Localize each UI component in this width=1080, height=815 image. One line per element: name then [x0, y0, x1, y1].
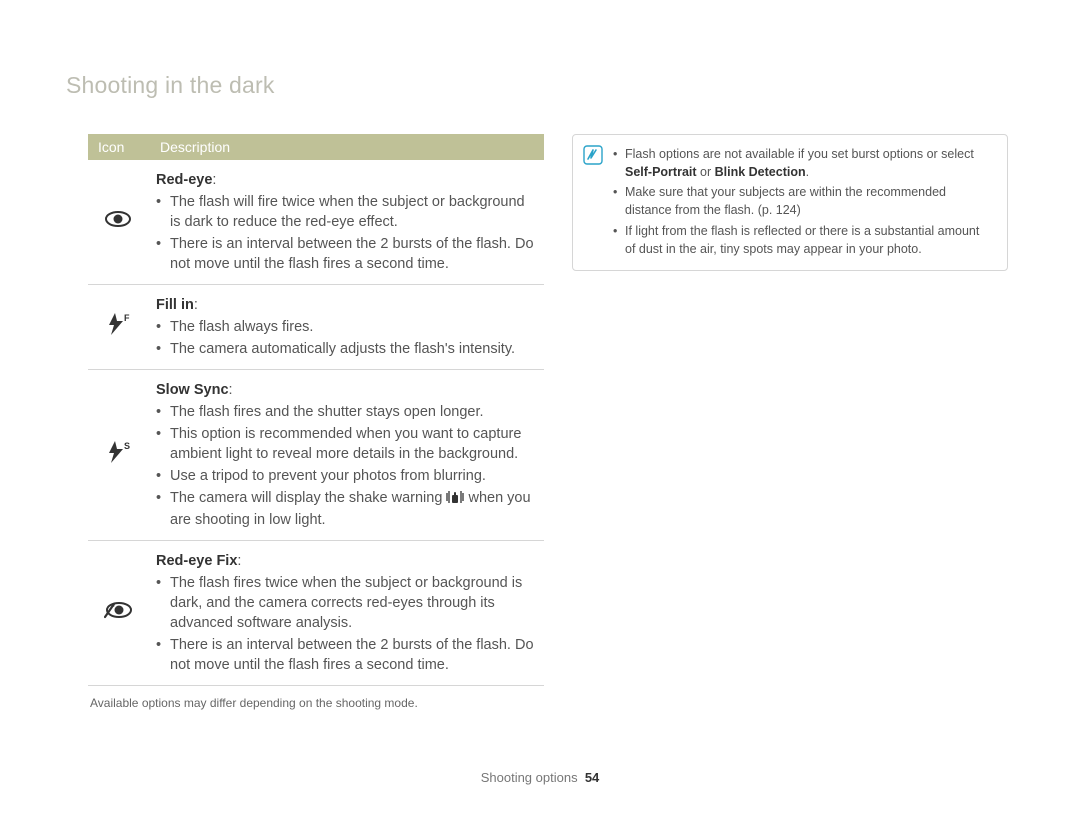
- left-column: Icon Description Red-eye:The flash will …: [88, 134, 544, 710]
- row-label: Fill in: [156, 297, 194, 313]
- description-list: The flash always fires.The camera automa…: [156, 317, 536, 359]
- svg-text:S: S: [124, 441, 130, 451]
- page-title: Shooting in the dark: [66, 72, 275, 99]
- table-body: Red-eye:The flash will fire twice when t…: [88, 160, 544, 686]
- row-label: Slow Sync: [156, 382, 229, 398]
- description-cell: Fill in:The flash always fires.The camer…: [150, 285, 544, 370]
- table-row: Red-eye Fix:The flash fires twice when t…: [88, 541, 544, 686]
- description-cell: Red-eye Fix:The flash fires twice when t…: [150, 541, 544, 686]
- footer-label: Shooting options: [481, 770, 578, 785]
- list-item: Make sure that your subjects are within …: [613, 183, 993, 219]
- list-item: The flash will fire twice when the subje…: [156, 192, 536, 232]
- row-label: Red-eye Fix: [156, 553, 237, 569]
- flash-options-table: Icon Description Red-eye:The flash will …: [88, 134, 544, 686]
- row-label: Red-eye: [156, 172, 212, 188]
- description-list: The flash will fire twice when the subje…: [156, 192, 536, 274]
- svg-text:F: F: [124, 313, 130, 323]
- shake-warning-icon: [446, 490, 464, 510]
- footer-page-number: 54: [585, 770, 599, 785]
- eye-icon: [88, 160, 150, 285]
- table-row: F Fill in:The flash always fires.The came…: [88, 285, 544, 370]
- note-box: Flash options are not available if you s…: [572, 134, 1008, 271]
- page-footer: Shooting options 54: [0, 770, 1080, 785]
- table-row: Red-eye:The flash will fire twice when t…: [88, 160, 544, 285]
- list-item: The camera automatically adjusts the fla…: [156, 339, 536, 359]
- description-list: The flash fires and the shutter stays op…: [156, 402, 536, 530]
- fillin-icon: F: [88, 285, 150, 370]
- note-list: Flash options are not available if you s…: [613, 145, 993, 258]
- list-item: There is an interval between the 2 burst…: [156, 234, 536, 274]
- list-item: Use a tripod to prevent your photos from…: [156, 466, 536, 486]
- table-row: S Slow Sync:The flash fires and the shutt…: [88, 370, 544, 541]
- list-item: This option is recommended when you want…: [156, 424, 536, 464]
- slowsync-icon: S: [88, 370, 150, 541]
- list-item: The flash always fires.: [156, 317, 536, 337]
- list-item: The flash fires twice when the subject o…: [156, 573, 536, 633]
- content-columns: Icon Description Red-eye:The flash will …: [88, 134, 1008, 710]
- th-icon: Icon: [88, 134, 150, 160]
- description-list: The flash fires twice when the subject o…: [156, 573, 536, 675]
- note-icon: [583, 145, 603, 170]
- description-cell: Slow Sync:The flash fires and the shutte…: [150, 370, 544, 541]
- list-item: The camera will display the shake warnin…: [156, 488, 536, 530]
- list-item: There is an interval between the 2 burst…: [156, 635, 536, 675]
- list-item: Flash options are not available if you s…: [613, 145, 993, 181]
- footnote: Available options may differ depending o…: [88, 696, 544, 710]
- list-item: The flash fires and the shutter stays op…: [156, 402, 536, 422]
- list-item: If light from the flash is reflected or …: [613, 222, 993, 258]
- description-cell: Red-eye:The flash will fire twice when t…: [150, 160, 544, 285]
- th-description: Description: [150, 134, 544, 160]
- redeyefix-icon: [88, 541, 150, 686]
- right-column: Flash options are not available if you s…: [572, 134, 1008, 710]
